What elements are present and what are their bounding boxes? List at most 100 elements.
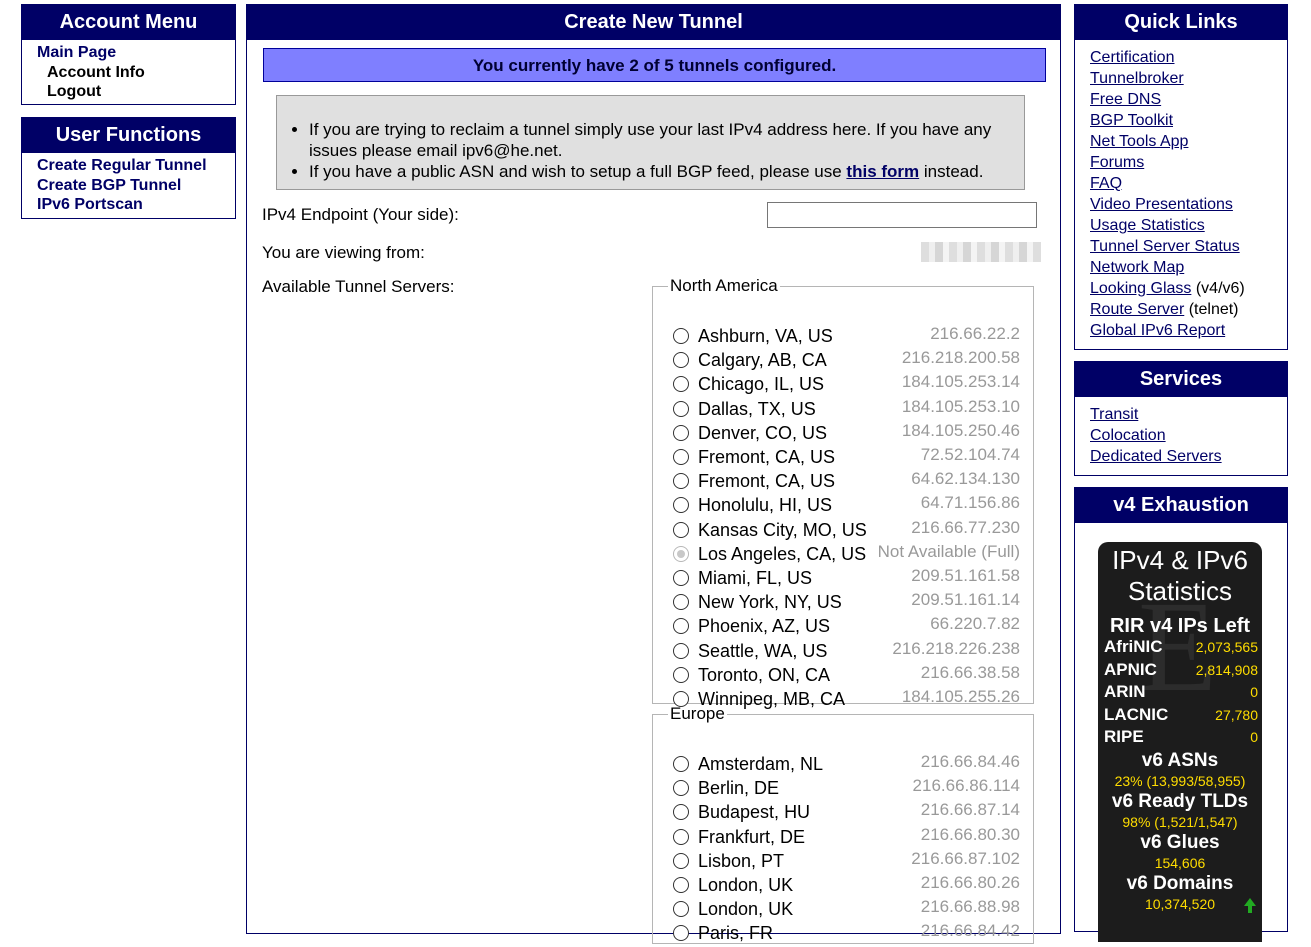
tunnel-server-option[interactable]: New York, NY, US 209.51.161.14: [673, 590, 1033, 616]
server-radio[interactable]: [673, 497, 689, 514]
tunnel-server-option[interactable]: London, UK 216.66.88.98: [673, 897, 1033, 923]
ipv4-endpoint-input[interactable]: [767, 202, 1037, 228]
user-functions-menu: User Functions Create Regular Tunnel Cre…: [21, 117, 236, 219]
tunnel-server-option[interactable]: Fremont, CA, US 72.52.104.74: [673, 445, 1033, 471]
nav-logout[interactable]: Logout: [37, 82, 235, 102]
quick-link[interactable]: Net Tools App: [1090, 133, 1188, 150]
tunnel-server-option[interactable]: Chicago, IL, US 184.105.253.14: [673, 372, 1033, 398]
quick-link[interactable]: Video Presentations: [1090, 196, 1233, 213]
tunnel-server-option[interactable]: Calgary, AB, CA 216.218.200.58: [673, 348, 1033, 374]
rir-value: 2,073,565: [1195, 639, 1258, 655]
rir-heading: RIR v4 IPs Left: [1109, 615, 1251, 637]
quick-link[interactable]: FAQ: [1090, 175, 1122, 192]
nav-account-info[interactable]: Account Info: [37, 63, 235, 83]
server-city: Kansas City, MO, US: [698, 519, 867, 540]
tunnel-server-option[interactable]: Lisbon, PT 216.66.87.102: [673, 849, 1033, 875]
ipv6-statistics-widget[interactable]: E IPv4 & IPv6 Statistics RIR v4 IPs Left…: [1098, 542, 1262, 942]
server-radio[interactable]: [673, 877, 689, 893]
server-radio[interactable]: [673, 925, 689, 942]
server-radio[interactable]: [673, 328, 689, 344]
server-ip: 216.218.200.58: [901, 348, 1020, 368]
tunnel-server-option[interactable]: Budapest, HU 216.66.87.14: [673, 800, 1033, 826]
quick-link[interactable]: Network Map: [1090, 259, 1184, 276]
server-city: Paris, FR: [698, 923, 774, 944]
link-colocation[interactable]: Colocation: [1090, 427, 1166, 444]
tunnel-server-option[interactable]: Amsterdam, NL 216.66.84.46: [673, 752, 1033, 778]
quick-link-row: BGP Toolkit: [1090, 110, 1287, 131]
quick-link[interactable]: Forums: [1090, 154, 1144, 171]
server-radio[interactable]: [673, 852, 689, 869]
tunnel-server-option[interactable]: Berlin, DE 216.66.86.114: [673, 776, 1033, 802]
tunnel-server-option[interactable]: Fremont, CA, US 64.62.134.130: [673, 469, 1033, 495]
quick-link-row: Route Server (telnet): [1090, 299, 1287, 320]
server-ip: 184.105.250.46: [901, 420, 1020, 440]
bgp-form-link[interactable]: this form: [846, 162, 919, 181]
server-radio[interactable]: [673, 666, 689, 683]
region-legend: Europe: [670, 704, 725, 723]
quick-link[interactable]: Global IPv6 Report: [1090, 322, 1225, 339]
rir-value: 0: [1250, 684, 1258, 700]
quick-link[interactable]: Tunnel Server Status: [1090, 238, 1240, 255]
tunnel-server-option[interactable]: Paris, FR 216.66.84.42: [673, 921, 1033, 947]
server-radio[interactable]: [673, 756, 689, 772]
nav-create-regular-tunnel[interactable]: Create Regular Tunnel: [37, 156, 235, 176]
server-radio[interactable]: [673, 804, 689, 821]
asn-value: 23% (13,993/58,955): [1114, 772, 1246, 789]
info-item-bgp: If you have a public ASN and wish to set…: [309, 161, 1014, 182]
quick-link[interactable]: BGP Toolkit: [1090, 112, 1173, 129]
server-city: Toronto, ON, CA: [698, 664, 831, 685]
tunnel-server-option[interactable]: Ashburn, VA, US 216.66.22.2: [673, 324, 1033, 350]
tunnel-server-option[interactable]: Denver, CO, US 184.105.250.46: [673, 420, 1033, 447]
server-ip: 216.66.77.230: [911, 517, 1020, 537]
tunnel-server-option[interactable]: Phoenix, AZ, US 66.220.7.82: [673, 614, 1033, 640]
domain-heading: v6 Domains: [1126, 872, 1234, 894]
tunnel-server-option[interactable]: London, UK 216.66.80.26: [673, 873, 1033, 899]
server-radio[interactable]: [673, 400, 689, 417]
nav-ipv6-portscan[interactable]: IPv6 Portscan: [37, 195, 235, 215]
quick-link[interactable]: Free DNS: [1090, 91, 1161, 108]
quick-link-row: Usage Statistics: [1090, 215, 1287, 236]
server-radio[interactable]: [673, 570, 689, 586]
server-radio[interactable]: [673, 352, 689, 369]
server-radio[interactable]: [673, 618, 689, 635]
quick-link[interactable]: Usage Statistics: [1090, 217, 1205, 234]
page-title: Create New Tunnel: [247, 5, 1060, 40]
tunnel-server-option[interactable]: Toronto, ON, CA 216.66.38.58: [673, 663, 1033, 689]
server-city: Amsterdam, NL: [698, 754, 824, 774]
nav-main-page[interactable]: Main Page: [37, 43, 235, 63]
server-ip: 216.66.84.42: [920, 921, 1020, 941]
server-city: Honolulu, HI, US: [698, 495, 833, 516]
rir-value: 2,814,908: [1195, 661, 1258, 678]
quick-link[interactable]: Looking Glass: [1090, 280, 1191, 297]
quick-link-row: Tunnelbroker: [1090, 68, 1287, 89]
user-functions-title: User Functions: [22, 118, 235, 153]
server-radio[interactable]: [673, 828, 689, 845]
tunnel-server-option[interactable]: Dallas, TX, US 184.105.253.10: [673, 397, 1033, 423]
server-radio[interactable]: [673, 449, 689, 465]
quick-link-suffix: (v4/v6): [1191, 280, 1245, 297]
server-radio[interactable]: [673, 642, 689, 659]
server-city: Chicago, IL, US: [698, 374, 825, 395]
nav-create-bgp-tunnel[interactable]: Create BGP Tunnel: [37, 176, 235, 196]
tunnel-server-option[interactable]: Frankfurt, DE 216.66.80.30: [673, 825, 1033, 851]
quick-link[interactable]: Certification: [1090, 49, 1174, 66]
server-radio[interactable]: [673, 594, 689, 611]
server-radio[interactable]: [673, 521, 689, 538]
server-radio[interactable]: [673, 376, 689, 393]
info-box: If you are trying to reclaim a tunnel si…: [276, 95, 1025, 190]
server-radio[interactable]: [673, 780, 689, 797]
server-ip: 216.66.88.98: [920, 897, 1020, 917]
link-transit[interactable]: Transit: [1090, 406, 1138, 423]
rir-row: LACNIC 27,780: [1098, 705, 1262, 728]
tunnel-server-option[interactable]: Kansas City, MO, US 216.66.77.230: [673, 517, 1033, 544]
server-ip: 216.66.86.114: [912, 776, 1020, 796]
tunnel-server-option[interactable]: Miami, FL, US 209.51.161.58: [673, 566, 1033, 592]
server-radio[interactable]: [673, 473, 689, 490]
tunnel-server-option[interactable]: Seattle, WA, US 216.218.226.238: [673, 639, 1033, 665]
server-radio[interactable]: [673, 901, 689, 918]
tunnel-server-option[interactable]: Honolulu, HI, US 64.71.156.86: [673, 493, 1033, 519]
link-dedicated-servers[interactable]: Dedicated Servers: [1090, 448, 1222, 465]
quick-link[interactable]: Route Server: [1090, 301, 1184, 318]
server-radio[interactable]: [673, 424, 689, 441]
quick-link[interactable]: Tunnelbroker: [1090, 70, 1184, 87]
